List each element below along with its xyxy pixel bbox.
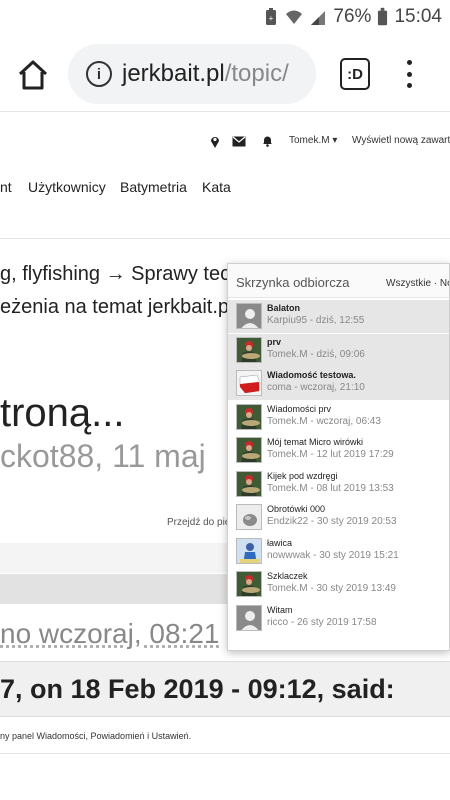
forum-page: Tomek.M ▾ Wyświetl nową zawartość nt Uży… [0,113,450,800]
message-meta: Tomek.M - 08 lut 2019 13:53 [267,483,394,494]
user-bar: Tomek.M ▾ Wyświetl nową zawartość [0,113,450,157]
tab-switcher-button[interactable]: :D [340,58,370,90]
inbox-title: Skrzynka odbiorcza [236,275,350,290]
avatar[interactable] [236,571,262,597]
inbox-message[interactable]: Balaton Karpiu95 - dziś, 12:55 [228,300,449,333]
url-host: jerkbait.pl [122,60,225,87]
avatar[interactable] [236,337,262,363]
quote-body-text: ny panel Wiadomości, Powiadomień i Ustaw… [0,731,192,741]
user-menu[interactable]: Tomek.M ▾ [289,135,337,146]
jump-to-first-unread[interactable]: Przejdź do pie [167,517,230,528]
avatar[interactable] [236,404,262,430]
message-meta: nowwwak - 30 sty 2019 15:21 [267,550,399,561]
android-status-bar: + 76% 15:04 [0,0,450,36]
message-meta: Endzik22 - 30 sty 2019 20:53 [267,516,397,527]
message-title: Balaton [267,303,301,313]
status-icons: + 76% 15:04 [263,6,442,28]
avatar[interactable] [236,303,262,329]
nav-item-catalog[interactable]: Kata [202,179,231,195]
wifi-icon [286,10,303,24]
mail-icon[interactable] [232,136,246,147]
home-icon[interactable] [16,58,50,92]
message-title: Wiadomość testowa. [267,370,356,380]
signal-icon [311,11,326,25]
message-title: prv [267,337,282,347]
message-meta: Karpiu95 - dziś, 12:55 [267,315,365,326]
inbox-dropdown: Skrzynka odbiorcza Wszystkie · No Balato… [227,263,450,651]
bell-icon[interactable] [262,135,273,147]
topic-title: troną... [0,391,125,435]
battery-saver-icon: + [266,8,277,25]
url-path: /topic/ [224,60,289,87]
view-new-content-link[interactable]: Wyświetl nową zawartość [352,135,450,146]
avatar[interactable] [236,370,262,396]
quote-citation: 7, on 18 Feb 2019 - 09:12, said: [0,661,450,717]
quote-citation-text: 7, on 18 Feb 2019 - 09:12, said: [0,674,395,704]
caret-down-icon: ▾ [332,135,338,146]
forum-description: eżenia na temat jerkbait.pl [0,296,234,318]
breadcrumb[interactable]: g, flyfishing → Sprawy tech [0,263,241,286]
user-name-label: Tomek.M [289,135,330,146]
message-meta: Tomek.M - 30 sty 2019 13:49 [267,583,396,594]
message-meta: Tomek.M - 12 lut 2019 17:29 [267,449,394,460]
message-meta: coma - wczoraj, 21:10 [267,382,365,393]
message-meta: Tomek.M - dziś, 09:06 [267,349,365,360]
avatar[interactable] [236,605,262,631]
location-pin-icon[interactable] [210,135,220,148]
svg-text:+: + [269,14,274,23]
topic-meta: ckot88, 11 maj [0,438,206,474]
inbox-message[interactable]: Kijek pod wzdręgi Tomek.M - 08 lut 2019 1… [228,468,449,501]
battery-icon [378,7,388,26]
nav-item-0[interactable]: nt [0,179,12,195]
battery-percent: 76% [333,6,372,27]
message-title: Kijek pod wzdręgi [267,471,338,481]
message-meta: ricco - 26 sty 2019 17:58 [267,617,377,628]
inbox-message[interactable]: Wiadomość testowa. coma - wczoraj, 21:10 [228,367,449,400]
avatar[interactable] [236,437,262,463]
inbox-message[interactable]: Szklaczek Tomek.M - 30 sty 2019 13:49 [228,568,449,601]
site-info-icon[interactable]: i [86,61,112,87]
message-title: Obrotówki 000 [267,504,326,514]
inbox-message[interactable]: Obrotówki 000 Endzik22 - 30 sty 2019 20:5… [228,501,449,534]
message-title: Szklaczek [267,571,308,581]
inbox-filter[interactable]: Wszystkie · No [386,278,449,289]
inbox-message[interactable]: prv Tomek.M - dziś, 09:06 [228,334,449,367]
browser-toolbar: i jerkbait.pl/topic/ :D [0,36,450,112]
address-bar[interactable]: i jerkbait.pl/topic/ [68,44,316,104]
avatar[interactable] [236,504,262,530]
avatar[interactable] [236,538,262,564]
avatar[interactable] [236,471,262,497]
inbox-message[interactable]: Mój temat Micro wirówki Tomek.M - 12 lut … [228,434,449,467]
main-nav: nt Użytkownicy Batymetria Kata [0,173,450,213]
clock: 15:04 [394,6,442,27]
divider [0,238,450,239]
inbox-message[interactable]: ławica nowwwak - 30 sty 2019 15:21 [228,535,449,568]
message-title: Mój temat Micro wirówki [267,437,364,447]
inbox-message[interactable]: Witam ricco - 26 sty 2019 17:58 [228,602,449,635]
message-title: ławica [267,538,293,548]
inbox-header: Skrzynka odbiorcza Wszystkie · No [228,264,449,298]
divider [0,753,450,754]
inbox-message[interactable]: Wiadomości prv Tomek.M - wczoraj, 06:43 [228,401,449,434]
message-title: Wiadomości prv [267,404,332,414]
overflow-menu-icon[interactable] [402,56,416,92]
nav-item-users[interactable]: Użytkownicy [28,179,106,195]
nav-item-bathymetry[interactable]: Batymetria [120,179,187,195]
message-title: Witam [267,605,293,615]
post-edited-timestamp: no wczoraj, 08:21 [0,618,220,649]
message-meta: Tomek.M - wczoraj, 06:43 [267,416,381,427]
